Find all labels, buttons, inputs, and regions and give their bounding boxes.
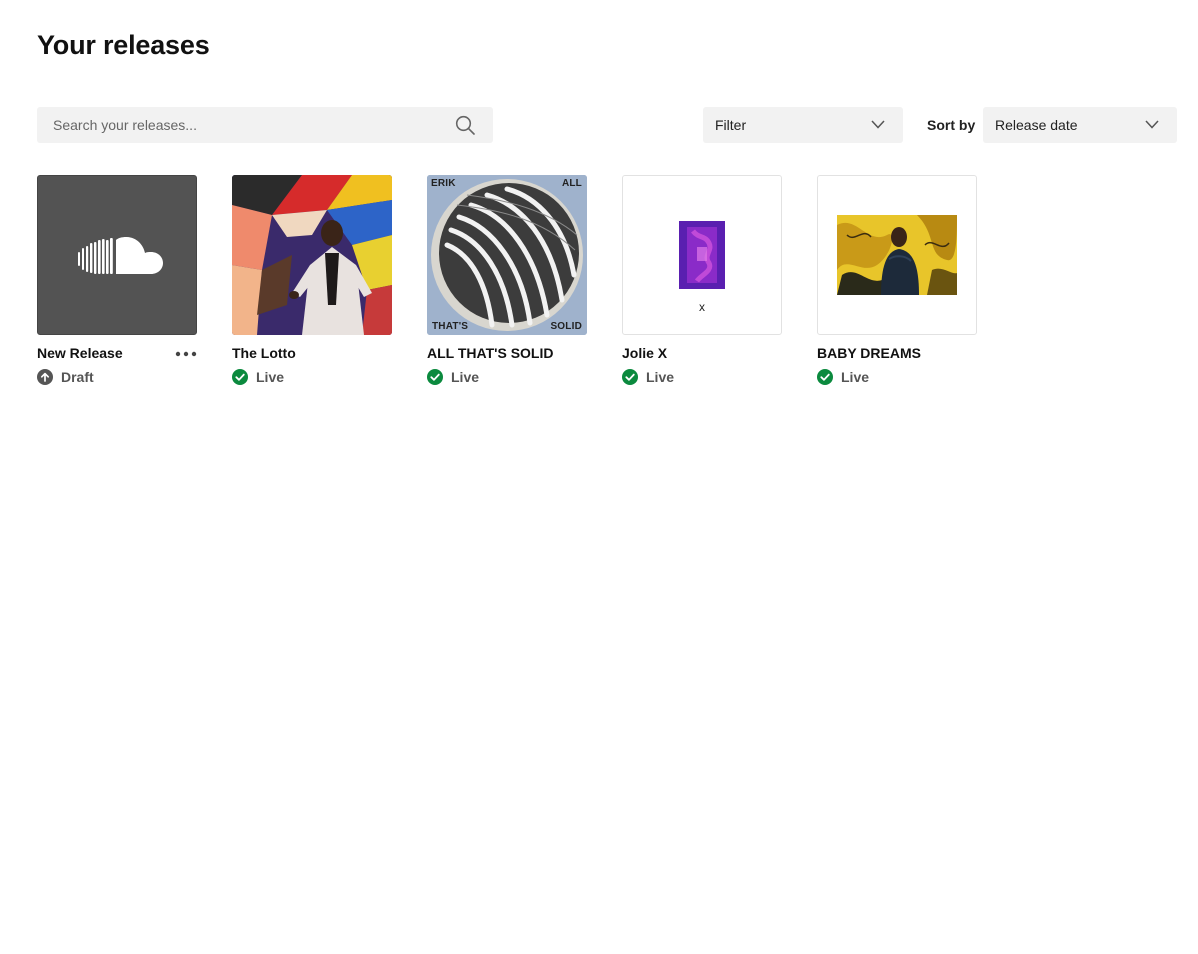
sort-value: Release date [995,117,1078,133]
chevron-down-icon [1145,120,1159,129]
releases-page: Your releases Filter Sort by Release dat… [0,0,1198,954]
status-text: Live [256,369,285,385]
release-title[interactable]: The Lotto [232,345,296,361]
release-status: Draft [37,369,94,385]
check-circle-icon [427,369,443,385]
filter-label: Filter [715,117,747,133]
album-cover-image [837,215,957,295]
release-title[interactable]: ALL THAT'S SOLID [427,345,553,361]
check-circle-icon [232,369,248,385]
release-status: Live [622,369,674,385]
release-artwork[interactable] [232,175,392,335]
more-options-icon[interactable] [173,350,199,358]
page-title: Your releases [37,30,210,60]
artwork-text: ALL [561,178,582,189]
check-circle-icon [817,369,833,385]
release-card-jolie-x[interactable]: x Jolie X Live [622,175,782,385]
upload-circle-icon [37,369,53,385]
release-status: Live [232,369,284,385]
sort-dropdown[interactable]: Release date [983,107,1177,143]
filter-dropdown[interactable]: Filter [703,107,903,143]
release-artwork[interactable]: ERIK ALL THAT'S SOLID [427,175,587,335]
release-status: Live [427,369,479,385]
album-cover-image [232,175,392,335]
artwork-text: ERIK [431,178,456,189]
release-card-baby-dreams[interactable]: BABY DREAMS Live [817,175,977,385]
status-text: Live [646,369,675,385]
status-text: Live [841,369,870,385]
release-title[interactable]: New Release [37,345,123,361]
album-cover-image [679,221,725,289]
soundcloud-logo-icon [78,237,163,274]
sort-by-label: Sort by [927,117,976,133]
release-title[interactable]: Jolie X [622,345,667,361]
album-cover-image [427,175,587,335]
release-artwork[interactable] [817,175,977,335]
artwork-caption: x [699,300,705,314]
check-circle-icon [622,369,638,385]
status-text: Draft [61,369,94,385]
search-input[interactable] [37,107,447,143]
artwork-text: SOLID [550,321,582,332]
release-artwork[interactable]: x [622,175,782,335]
status-text: Live [451,369,480,385]
chevron-down-icon [871,120,885,129]
release-card-all-thats-solid[interactable]: ERIK ALL THAT'S SOLID ALL THAT'S SOLID L… [427,175,587,385]
release-status: Live [817,369,869,385]
search-box [37,107,493,143]
release-title[interactable]: BABY DREAMS [817,345,921,361]
artwork-text: THAT'S [432,321,469,332]
search-icon[interactable] [455,115,475,135]
release-card-the-lotto[interactable]: The Lotto Live [232,175,392,385]
release-card-new-release[interactable]: New Release Draft [37,175,197,385]
release-artwork[interactable] [37,175,197,335]
